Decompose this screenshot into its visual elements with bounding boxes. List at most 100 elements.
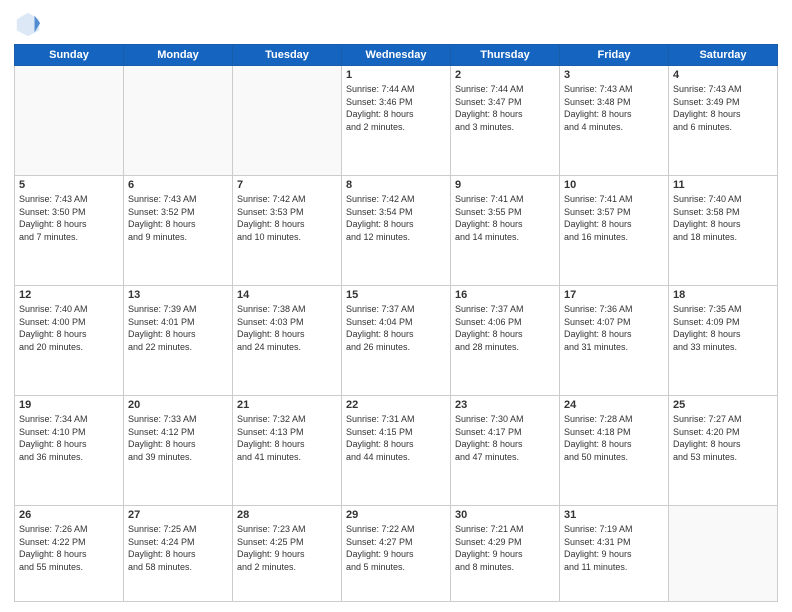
day-info: Sunrise: 7:25 AM Sunset: 4:24 PM Dayligh… — [128, 523, 228, 573]
day-number: 29 — [346, 509, 446, 521]
day-number: 5 — [19, 179, 119, 191]
calendar-cell: 9 Sunrise: 7:41 AM Sunset: 3:55 PM Daylig… — [451, 176, 560, 286]
day-info: Sunrise: 7:34 AM Sunset: 4:10 PM Dayligh… — [19, 413, 119, 463]
calendar-row: 5Sunrise: 7:43 AM Sunset: 3:50 PM Daylig… — [15, 176, 778, 286]
day-number: 6 — [128, 179, 228, 191]
calendar-cell: 19 Sunrise: 7:34 AM Sunset: 4:10 PM Dayli… — [15, 396, 124, 506]
day-info: Sunrise: 7:27 AM Sunset: 4:20 PM Dayligh… — [673, 413, 773, 463]
day-number: 31 — [564, 509, 664, 521]
day-info: Sunrise: 7:33 AM Sunset: 4:12 PM Dayligh… — [128, 413, 228, 463]
day-info: Sunrise: 7:32 AM Sunset: 4:13 PM Dayligh… — [237, 413, 337, 463]
weekday-header: Tuesday — [233, 45, 342, 66]
day-info: Sunrise: 7:43 AM Sunset: 3:52 PM Dayligh… — [128, 193, 228, 243]
weekday-header: Monday — [124, 45, 233, 66]
day-number: 8 — [346, 179, 446, 191]
calendar-cell: 26 Sunrise: 7:26 AM Sunset: 4:22 PM Dayli… — [15, 506, 124, 602]
calendar-cell: 21 Sunrise: 7:32 AM Sunset: 4:13 PM Dayli… — [233, 396, 342, 506]
calendar-cell — [15, 66, 124, 176]
day-number: 16 — [455, 289, 555, 301]
calendar-cell: 12 Sunrise: 7:40 AM Sunset: 4:00 PM Dayli… — [15, 286, 124, 396]
day-info: Sunrise: 7:43 AM Sunset: 3:48 PM Dayligh… — [564, 83, 664, 133]
calendar-cell: 28 Sunrise: 7:23 AM Sunset: 4:25 PM Dayli… — [233, 506, 342, 602]
day-info: Sunrise: 7:40 AM Sunset: 3:58 PM Dayligh… — [673, 193, 773, 243]
day-info: Sunrise: 7:30 AM Sunset: 4:17 PM Dayligh… — [455, 413, 555, 463]
day-info: Sunrise: 7:31 AM Sunset: 4:15 PM Dayligh… — [346, 413, 446, 463]
calendar-cell: 23 Sunrise: 7:30 AM Sunset: 4:17 PM Dayli… — [451, 396, 560, 506]
calendar: SundayMondayTuesdayWednesdayThursdayFrid… — [14, 44, 778, 602]
calendar-cell: 15 Sunrise: 7:37 AM Sunset: 4:04 PM Dayli… — [342, 286, 451, 396]
day-number: 23 — [455, 399, 555, 411]
logo-icon — [14, 10, 42, 38]
day-info: Sunrise: 7:41 AM Sunset: 3:55 PM Dayligh… — [455, 193, 555, 243]
day-number: 3 — [564, 69, 664, 81]
day-info: Sunrise: 7:40 AM Sunset: 4:00 PM Dayligh… — [19, 303, 119, 353]
day-info: Sunrise: 7:21 AM Sunset: 4:29 PM Dayligh… — [455, 523, 555, 573]
day-number: 18 — [673, 289, 773, 301]
logo — [14, 10, 46, 38]
calendar-cell: 4 Sunrise: 7:43 AM Sunset: 3:49 PM Daylig… — [669, 66, 778, 176]
calendar-row: 19 Sunrise: 7:34 AM Sunset: 4:10 PM Dayli… — [15, 396, 778, 506]
day-number: 27 — [128, 509, 228, 521]
day-number: 11 — [673, 179, 773, 191]
calendar-row: 1 Sunrise: 7:44 AM Sunset: 3:46 PM Daylig… — [15, 66, 778, 176]
day-info: Sunrise: 7:35 AM Sunset: 4:09 PM Dayligh… — [673, 303, 773, 353]
day-number: 14 — [237, 289, 337, 301]
day-number: 12 — [19, 289, 119, 301]
day-number: 20 — [128, 399, 228, 411]
weekday-header: Saturday — [669, 45, 778, 66]
calendar-cell: 24 Sunrise: 7:28 AM Sunset: 4:18 PM Dayli… — [560, 396, 669, 506]
day-info: Sunrise: 7:38 AM Sunset: 4:03 PM Dayligh… — [237, 303, 337, 353]
day-number: 25 — [673, 399, 773, 411]
day-info: Sunrise: 7:22 AM Sunset: 4:27 PM Dayligh… — [346, 523, 446, 573]
day-info: Sunrise: 7:39 AM Sunset: 4:01 PM Dayligh… — [128, 303, 228, 353]
day-number: 19 — [19, 399, 119, 411]
calendar-cell: 10Sunrise: 7:41 AM Sunset: 3:57 PM Dayli… — [560, 176, 669, 286]
day-info: Sunrise: 7:26 AM Sunset: 4:22 PM Dayligh… — [19, 523, 119, 573]
weekday-header: Sunday — [15, 45, 124, 66]
page: SundayMondayTuesdayWednesdayThursdayFrid… — [0, 0, 792, 612]
calendar-cell: 2Sunrise: 7:44 AM Sunset: 3:47 PM Daylig… — [451, 66, 560, 176]
calendar-cell: 13 Sunrise: 7:39 AM Sunset: 4:01 PM Dayli… — [124, 286, 233, 396]
day-info: Sunrise: 7:43 AM Sunset: 3:49 PM Dayligh… — [673, 83, 773, 133]
calendar-cell: 20 Sunrise: 7:33 AM Sunset: 4:12 PM Dayli… — [124, 396, 233, 506]
calendar-cell: 11 Sunrise: 7:40 AM Sunset: 3:58 PM Dayli… — [669, 176, 778, 286]
calendar-cell: 8 Sunrise: 7:42 AM Sunset: 3:54 PM Daylig… — [342, 176, 451, 286]
day-number: 7 — [237, 179, 337, 191]
calendar-cell: 7 Sunrise: 7:42 AM Sunset: 3:53 PM Daylig… — [233, 176, 342, 286]
day-number: 28 — [237, 509, 337, 521]
day-info: Sunrise: 7:44 AM Sunset: 3:46 PM Dayligh… — [346, 83, 446, 133]
day-number: 24 — [564, 399, 664, 411]
calendar-row: 12 Sunrise: 7:40 AM Sunset: 4:00 PM Dayli… — [15, 286, 778, 396]
day-info: Sunrise: 7:42 AM Sunset: 3:54 PM Dayligh… — [346, 193, 446, 243]
day-info: Sunrise: 7:19 AM Sunset: 4:31 PM Dayligh… — [564, 523, 664, 573]
calendar-cell — [124, 66, 233, 176]
calendar-cell: 5Sunrise: 7:43 AM Sunset: 3:50 PM Daylig… — [15, 176, 124, 286]
day-number: 15 — [346, 289, 446, 301]
day-number: 9 — [455, 179, 555, 191]
day-info: Sunrise: 7:42 AM Sunset: 3:53 PM Dayligh… — [237, 193, 337, 243]
calendar-cell — [233, 66, 342, 176]
day-number: 4 — [673, 69, 773, 81]
weekday-header: Wednesday — [342, 45, 451, 66]
day-info: Sunrise: 7:23 AM Sunset: 4:25 PM Dayligh… — [237, 523, 337, 573]
calendar-cell: 3 Sunrise: 7:43 AM Sunset: 3:48 PM Daylig… — [560, 66, 669, 176]
day-info: Sunrise: 7:28 AM Sunset: 4:18 PM Dayligh… — [564, 413, 664, 463]
calendar-cell — [669, 506, 778, 602]
day-number: 21 — [237, 399, 337, 411]
calendar-cell: 6 Sunrise: 7:43 AM Sunset: 3:52 PM Daylig… — [124, 176, 233, 286]
day-number: 13 — [128, 289, 228, 301]
day-number: 26 — [19, 509, 119, 521]
calendar-cell: 31 Sunrise: 7:19 AM Sunset: 4:31 PM Dayli… — [560, 506, 669, 602]
day-number: 10 — [564, 179, 664, 191]
calendar-cell: 30Sunrise: 7:21 AM Sunset: 4:29 PM Dayli… — [451, 506, 560, 602]
day-info: Sunrise: 7:37 AM Sunset: 4:04 PM Dayligh… — [346, 303, 446, 353]
calendar-cell: 22Sunrise: 7:31 AM Sunset: 4:15 PM Dayli… — [342, 396, 451, 506]
weekday-header-row: SundayMondayTuesdayWednesdayThursdayFrid… — [15, 45, 778, 66]
calendar-cell: 27 Sunrise: 7:25 AM Sunset: 4:24 PM Dayli… — [124, 506, 233, 602]
calendar-cell: 14 Sunrise: 7:38 AM Sunset: 4:03 PM Dayli… — [233, 286, 342, 396]
calendar-cell: 17Sunrise: 7:36 AM Sunset: 4:07 PM Dayli… — [560, 286, 669, 396]
calendar-cell: 25 Sunrise: 7:27 AM Sunset: 4:20 PM Dayli… — [669, 396, 778, 506]
day-info: Sunrise: 7:44 AM Sunset: 3:47 PM Dayligh… — [455, 83, 555, 133]
calendar-cell: 18 Sunrise: 7:35 AM Sunset: 4:09 PM Dayli… — [669, 286, 778, 396]
day-number: 1 — [346, 69, 446, 81]
